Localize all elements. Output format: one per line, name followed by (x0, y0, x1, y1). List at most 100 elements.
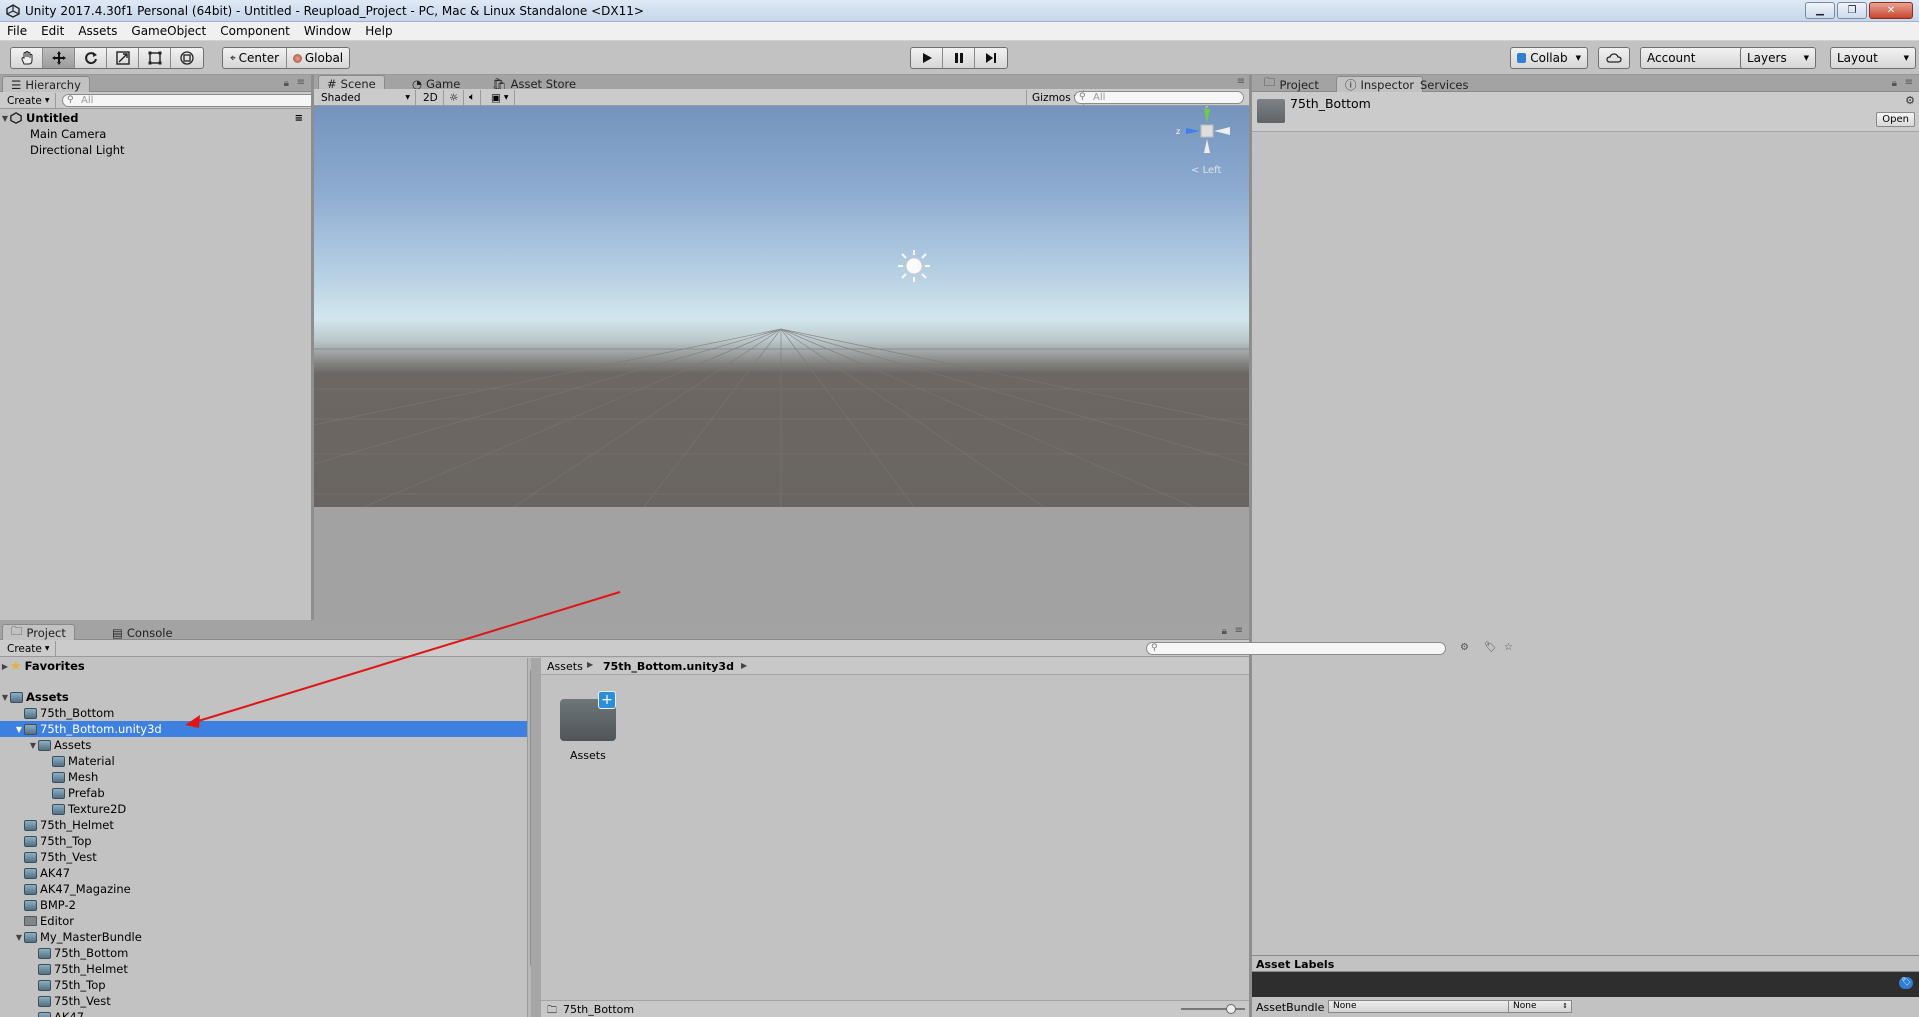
tree-item[interactable]: 75th_Helmet (0, 961, 531, 977)
menu-edit[interactable]: Edit (34, 22, 71, 40)
package-icon (38, 963, 51, 975)
project-create-dropdown[interactable]: Create ▼ (2, 641, 56, 656)
panel-menu-icon[interactable]: ≡ (1905, 77, 1913, 88)
expand-triangle-icon[interactable]: ▶ (0, 662, 10, 671)
tab-project-secondary[interactable]: 🗀︎ Project (1256, 75, 1327, 92)
panel-menu-icon[interactable]: ≡ (297, 77, 305, 88)
lock-icon[interactable]: 🔒︎ (1892, 78, 1897, 89)
hierarchy-item-main-camera[interactable]: Main Camera (0, 126, 311, 142)
tab-project[interactable]: 🗀︎ Project (2, 624, 75, 640)
tree-item[interactable]: 75th_Bottom (0, 705, 531, 721)
pause-icon[interactable] (943, 48, 975, 68)
tree-item[interactable]: Material (0, 753, 531, 769)
scene-search-input[interactable]: ⚲ All (1074, 91, 1244, 104)
tab-console[interactable]: ▤ Console (104, 624, 181, 640)
tree-item[interactable]: ▼ Assets (0, 689, 531, 705)
tab-scene[interactable]: # Scene (318, 75, 385, 91)
panel-menu-icon[interactable]: ≡ (1237, 76, 1245, 87)
rotate-tool-icon[interactable] (75, 48, 107, 68)
move-tool-icon[interactable] (43, 48, 75, 68)
audio-toggle-icon[interactable]: 🔈︎ (464, 90, 482, 105)
favorite-star-icon[interactable]: ☆ (1504, 642, 1513, 653)
scene-viewport[interactable]: y z 🔒︎ < Left (314, 89, 1249, 507)
expand-triangle-icon[interactable]: ▼ (14, 725, 24, 734)
tree-item[interactable]: ▼ Assets (0, 737, 531, 753)
play-icon[interactable] (911, 48, 943, 68)
breadcrumb-item[interactable]: 75th_Bottom.unity3d (603, 660, 734, 673)
menu-window[interactable]: Window (297, 22, 358, 40)
scene-menu-icon[interactable]: ≡ (295, 113, 303, 124)
menu-help[interactable]: Help (358, 22, 399, 40)
tree-item[interactable]: 75th_Bottom (0, 945, 531, 961)
lighting-toggle-icon[interactable]: ☼ (444, 90, 465, 105)
expand-triangle-icon[interactable]: ▼ (0, 693, 10, 702)
lock-icon[interactable]: 🔒︎ (284, 78, 289, 89)
hand-tool-icon[interactable] (11, 48, 43, 68)
effects-dropdown-icon[interactable]: ▣ ▼ (486, 90, 515, 105)
lock-icon[interactable]: 🔒︎ (1222, 626, 1227, 637)
tree-item[interactable]: AK47 (0, 865, 531, 881)
collab-button[interactable]: Collab ▼ (1510, 47, 1588, 69)
filter-type-icon[interactable]: ⚙ (1460, 642, 1469, 653)
shading-mode-dropdown[interactable]: Shaded ▼ (316, 90, 416, 105)
orientation-gizmo[interactable]: y z (1174, 97, 1244, 167)
tree-item[interactable]: 75th_Top (0, 977, 531, 993)
layout-dropdown[interactable]: Layout ▼ (1830, 47, 1916, 69)
directional-light-icon[interactable] (897, 249, 931, 283)
menu-assets[interactable]: Assets (71, 22, 124, 40)
tree-item[interactable]: 75th_Top (0, 833, 531, 849)
open-button[interactable]: Open (1876, 112, 1915, 127)
breadcrumb-item[interactable]: Assets (547, 660, 583, 673)
cloud-button[interactable] (1598, 47, 1630, 69)
maximize-button[interactable]: ❐ (1837, 2, 1867, 19)
gear-icon[interactable]: ⚙ (1905, 94, 1915, 107)
chevron-down-icon: ▼ (44, 97, 50, 104)
hierarchy-item-directional-light[interactable]: Directional Light (0, 142, 311, 158)
layers-dropdown[interactable]: Layers ▼ (1740, 47, 1816, 69)
tab-services[interactable]: Services (1412, 76, 1477, 92)
scene-root-row[interactable]: ▼ Untitled ≡ (0, 110, 311, 126)
tree-item-selected[interactable]: ▼ 75th_Bottom.unity3d (0, 721, 531, 737)
step-icon[interactable] (975, 48, 1007, 68)
pivot-center-button[interactable]: ⌖ Center (223, 48, 287, 68)
tree-item[interactable]: 75th_Helmet (0, 817, 531, 833)
scale-tool-icon[interactable] (107, 48, 139, 68)
tab-inspector[interactable]: ⓘ Inspector (1336, 76, 1424, 92)
expand-triangle-icon[interactable]: ▼ (14, 933, 24, 942)
tree-item[interactable]: BMP-2 (0, 897, 531, 913)
tree-item[interactable]: AK47_Magazine (0, 881, 531, 897)
tree-item[interactable]: AK47 (0, 1009, 531, 1017)
space-global-button[interactable]: Global (287, 48, 349, 68)
account-dropdown[interactable]: Account ▼ (1640, 47, 1752, 69)
tree-item[interactable]: Editor (0, 913, 531, 929)
menu-file[interactable]: File (0, 22, 34, 40)
tab-hierarchy[interactable]: ☰ Hierarchy (2, 76, 90, 92)
filter-label-icon[interactable]: 🏷︎ (1484, 642, 1497, 653)
mode-2d-toggle[interactable]: 2D (418, 90, 444, 105)
tag-icon[interactable]: 🏷︎ (1899, 977, 1913, 989)
close-button[interactable]: ✕ (1869, 2, 1913, 19)
menu-gameobject[interactable]: GameObject (124, 22, 213, 40)
project-search-input[interactable]: ⚲ (1146, 642, 1446, 655)
panel-menu-icon[interactable]: ≡ (1235, 625, 1243, 636)
expand-triangle-icon[interactable]: ▼ (28, 741, 38, 750)
tree-item[interactable]: Prefab (0, 785, 531, 801)
assetbundle-variant-dropdown[interactable]: None ⇕ (1508, 1000, 1572, 1013)
expand-triangle-icon[interactable]: ▼ (0, 114, 10, 123)
menu-component[interactable]: Component (213, 22, 297, 40)
search-icon: ⚲ (1079, 92, 1086, 102)
minimize-button[interactable]: ▁ (1805, 2, 1835, 19)
tree-item[interactable]: Mesh (0, 769, 531, 785)
slider-thumb[interactable] (1226, 1004, 1236, 1014)
tree-item[interactable]: 75th_Vest (0, 849, 531, 865)
hierarchy-create-dropdown[interactable]: Create ▼ (2, 93, 56, 108)
tree-item[interactable]: Texture2D (0, 801, 531, 817)
grid-item-assets[interactable]: + Assets (560, 689, 626, 769)
layers-label: Layers (1747, 51, 1787, 65)
rect-tool-icon[interactable] (139, 48, 171, 68)
favorites-row[interactable]: ▶ ★ Favorites (0, 658, 531, 674)
tree-item[interactable]: ▼ My_MasterBundle (0, 929, 531, 945)
tree-item[interactable]: 75th_Vest (0, 993, 531, 1009)
package-icon (52, 803, 65, 815)
transform-tool-icon[interactable] (171, 48, 203, 68)
